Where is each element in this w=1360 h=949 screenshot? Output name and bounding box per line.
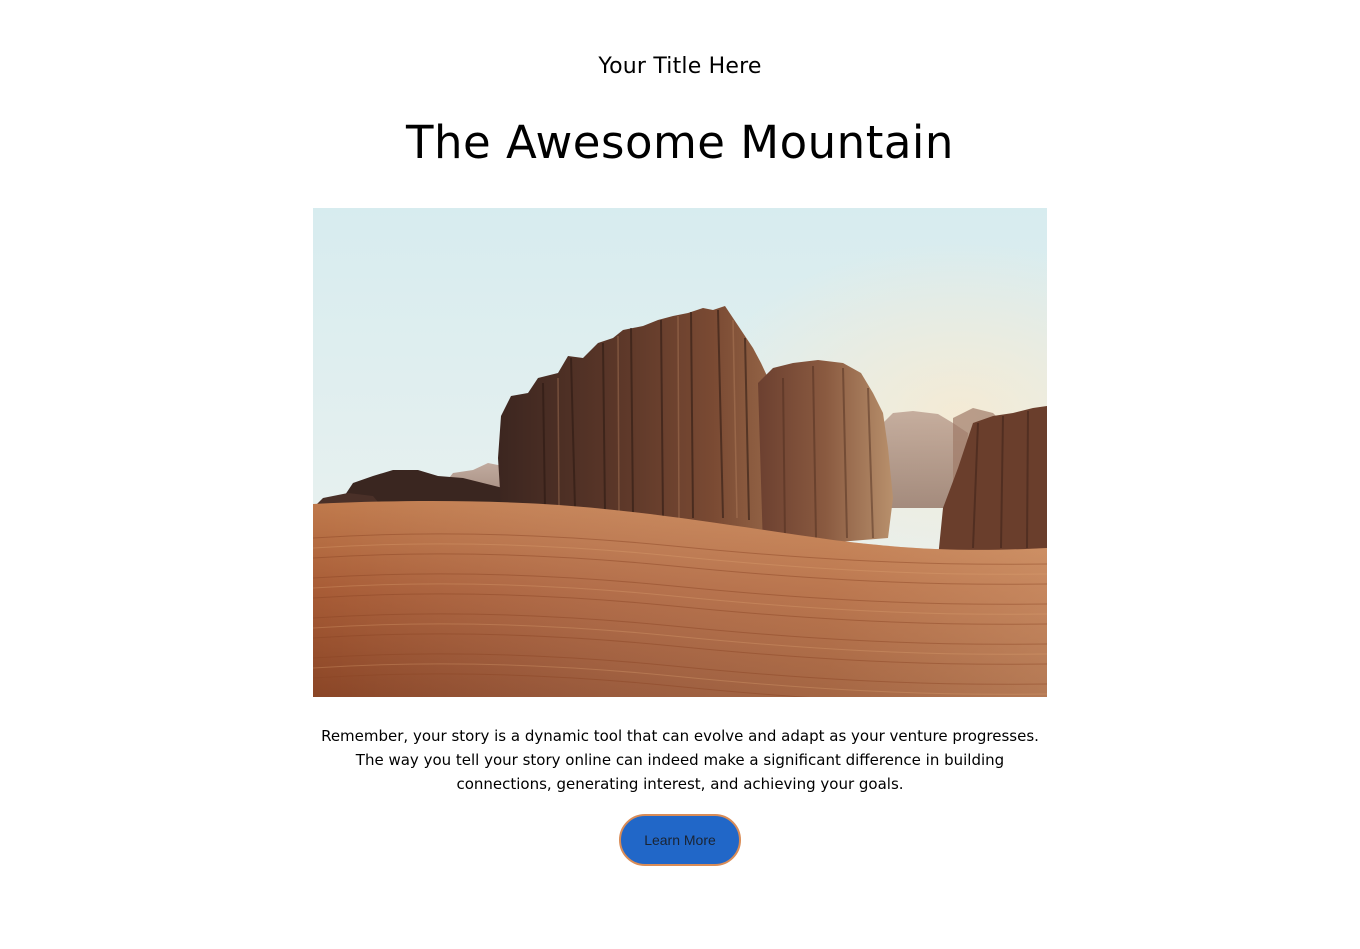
site-title[interactable]: Your Title Here bbox=[0, 50, 1360, 84]
hero-image bbox=[313, 208, 1047, 697]
story-paragraph: Remember, your story is a dynamic tool t… bbox=[321, 727, 1039, 793]
page: Your Title Here The Awesome Mountain Rem… bbox=[0, 0, 1360, 949]
page-title: The Awesome Mountain bbox=[406, 116, 954, 169]
learn-more-button[interactable]: Learn More bbox=[619, 814, 741, 866]
